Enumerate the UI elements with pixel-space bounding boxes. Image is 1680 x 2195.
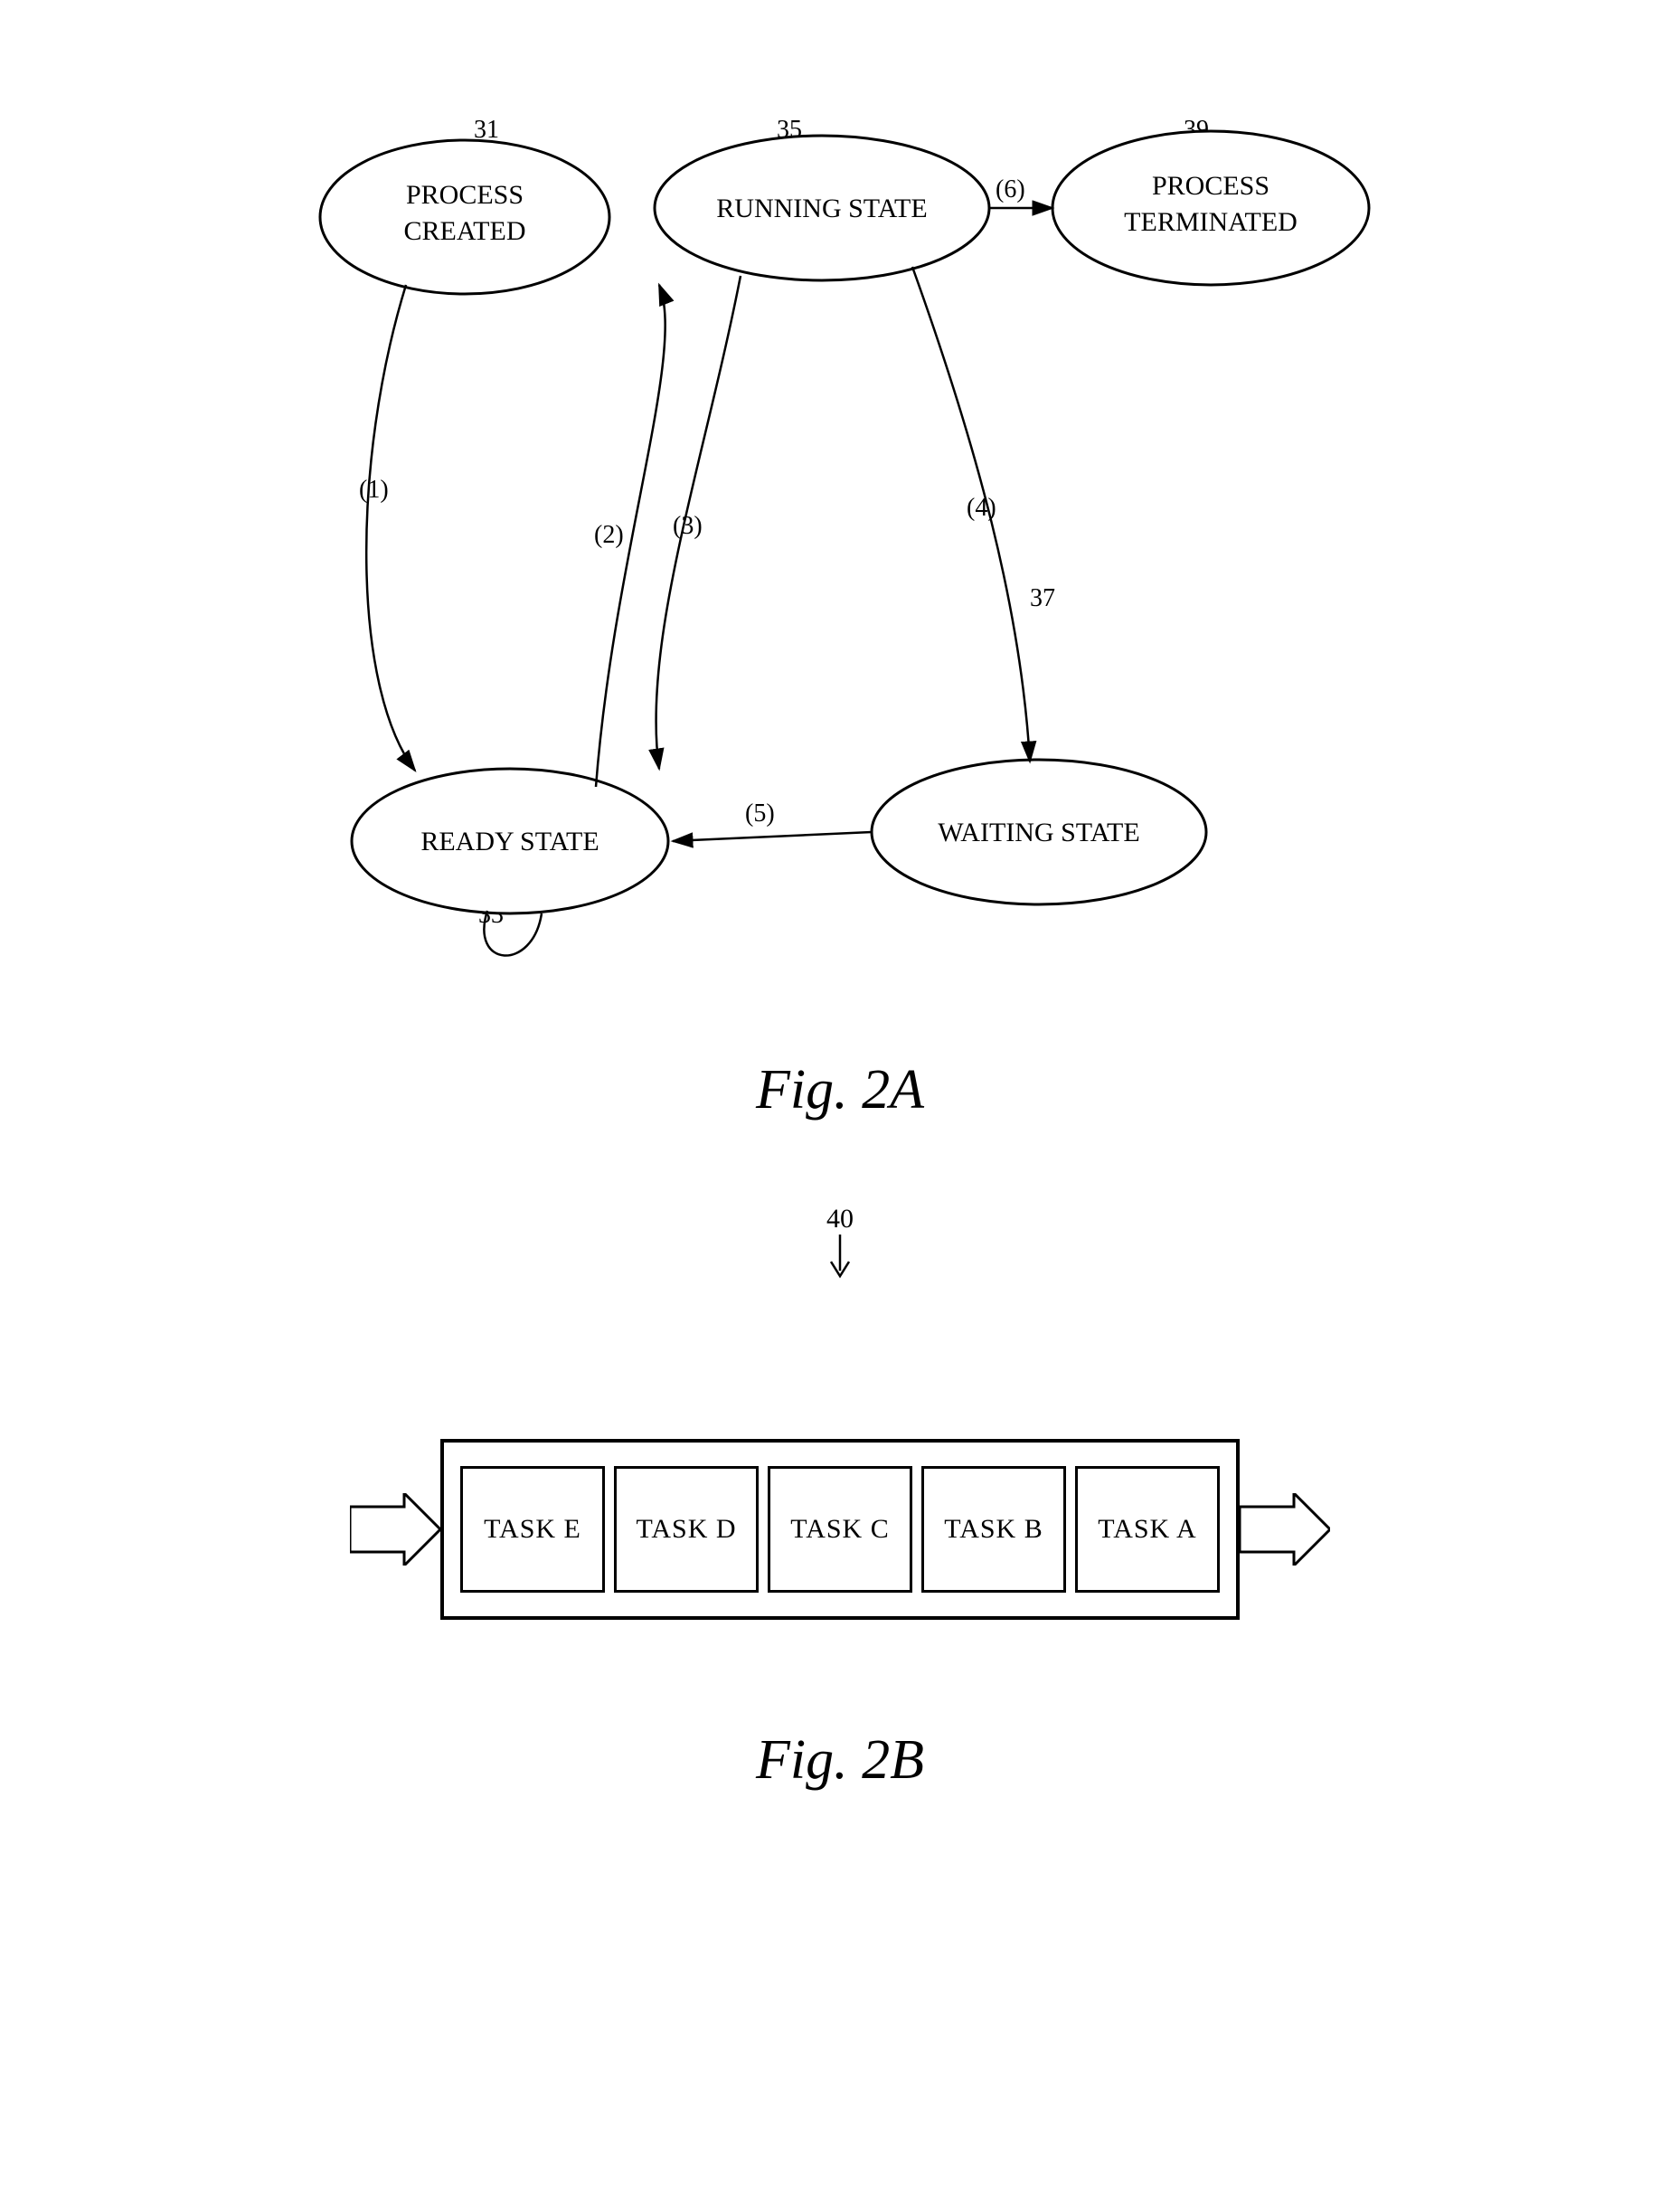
transition-5-arrow bbox=[673, 832, 872, 841]
process-terminated-label: PROCESS bbox=[1152, 171, 1269, 201]
ready-state-label: READY STATE bbox=[420, 827, 599, 856]
page: 31 35 39 33 37 PROCESS CREATED RUNNING S… bbox=[0, 0, 1680, 2195]
output-arrow bbox=[1240, 1493, 1330, 1566]
ref-37: 37 bbox=[1030, 584, 1055, 612]
fig2b-diagram: TASK E TASK D TASK C TASK B TASK A bbox=[207, 1358, 1473, 1701]
task-b-cell: TASK B bbox=[921, 1466, 1066, 1593]
fig2a-diagram: 31 35 39 33 37 PROCESS CREATED RUNNING S… bbox=[297, 54, 1383, 1049]
transition-4-label: (4) bbox=[967, 494, 996, 522]
transition-1-arrow bbox=[366, 285, 415, 771]
fig2b-label: Fig. 2B bbox=[756, 1728, 924, 1793]
fig2a-svg: 31 35 39 33 37 PROCESS CREATED RUNNING S… bbox=[297, 54, 1383, 1049]
task-queue: TASK E TASK D TASK C TASK B TASK A bbox=[440, 1439, 1240, 1620]
fig2a-label: Fig. 2A bbox=[756, 1058, 924, 1122]
process-terminated-label2: TERMINATED bbox=[1124, 207, 1298, 237]
waiting-state-label: WAITING STATE bbox=[938, 818, 1139, 847]
transition-6-label: (6) bbox=[996, 175, 1025, 203]
ref-40-line bbox=[826, 1235, 854, 1280]
fig2b-wrapper: 40 TASK E TASK D TASK C bbox=[207, 1249, 1473, 1701]
transition-5-label: (5) bbox=[745, 799, 775, 828]
transition-1-label: (1) bbox=[359, 476, 389, 504]
process-created-label: PROCESS bbox=[406, 180, 524, 210]
ref-40: 40 bbox=[826, 1204, 854, 1280]
transition-3-label: (3) bbox=[673, 512, 703, 540]
process-created-label2: CREATED bbox=[404, 216, 526, 246]
task-a-cell: TASK A bbox=[1075, 1466, 1220, 1593]
transition-2-label: (2) bbox=[594, 521, 624, 549]
input-arrow bbox=[350, 1493, 440, 1566]
running-state-label: RUNNING STATE bbox=[716, 194, 927, 223]
task-e-cell: TASK E bbox=[460, 1466, 605, 1593]
task-c-cell: TASK C bbox=[768, 1466, 912, 1593]
task-d-cell: TASK D bbox=[614, 1466, 759, 1593]
